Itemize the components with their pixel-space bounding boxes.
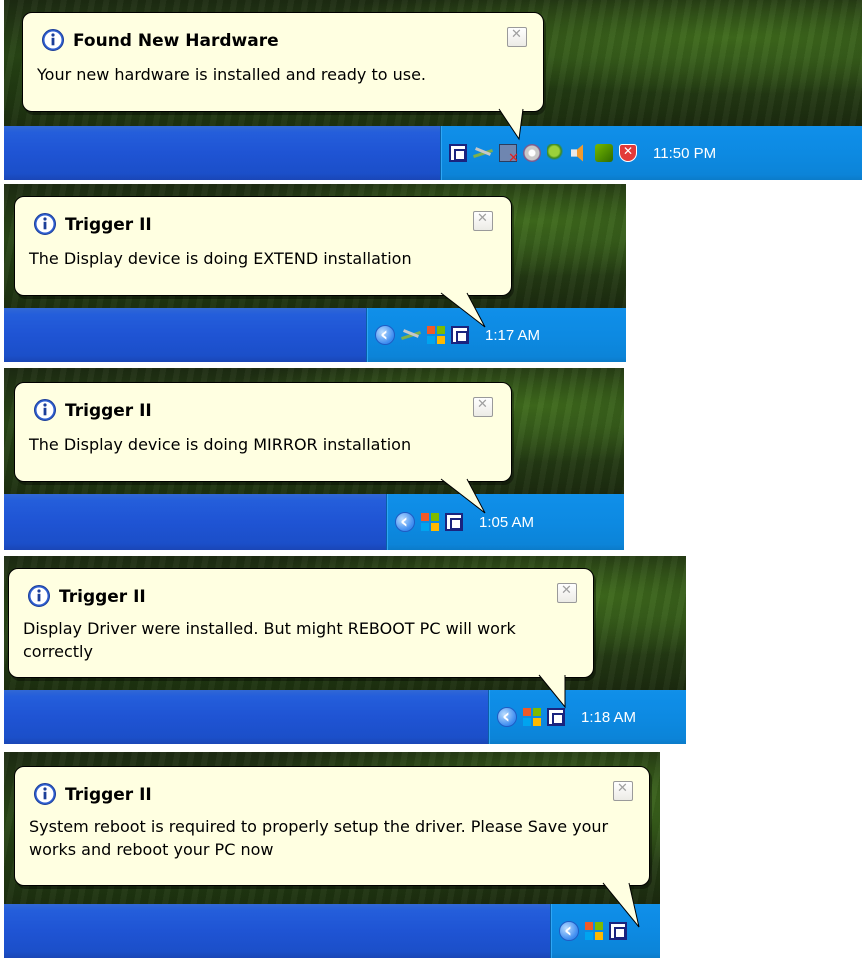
clock[interactable]: 11:50 PM xyxy=(653,145,716,162)
network-icon[interactable] xyxy=(473,144,493,162)
notification-panel-3: 1:05 AM Trigger II The Display device is… xyxy=(4,368,624,550)
notification-balloon[interactable]: Trigger II The Display device is doing E… xyxy=(14,196,512,328)
notification-panel-5: Trigger II System reboot is required to … xyxy=(4,752,660,958)
balloon-title: Trigger II xyxy=(65,215,152,235)
info-icon xyxy=(42,29,64,51)
balloon-pointer xyxy=(602,882,640,928)
balloon-title: Trigger II xyxy=(65,785,152,805)
balloon-pointer xyxy=(440,478,486,514)
info-icon xyxy=(28,585,50,607)
taskbar: 1:05 AM xyxy=(4,494,624,550)
balloon-title: Trigger II xyxy=(59,587,146,607)
info-icon xyxy=(34,399,56,421)
notification-panel-1: 11:50 PM Found New Hardware Your new har… xyxy=(4,0,862,180)
clock[interactable]: 1:17 AM xyxy=(485,327,540,344)
display-device-icon[interactable] xyxy=(449,144,467,162)
system-tray: 1:05 AM xyxy=(386,494,624,550)
balloon-title: Trigger II xyxy=(65,401,152,421)
network-icon[interactable] xyxy=(401,326,421,344)
show-hidden-icons-icon[interactable] xyxy=(395,509,415,533)
balloon-message: The Display device is doing EXTEND insta… xyxy=(29,249,412,268)
leaf-icon[interactable] xyxy=(547,144,565,162)
info-icon xyxy=(34,783,56,805)
notification-panel-4: 1:18 AM Trigger II Display Driver were i… xyxy=(4,556,686,744)
windows-update-icon[interactable] xyxy=(585,922,603,940)
balloon-pointer xyxy=(498,108,524,141)
close-button[interactable] xyxy=(473,397,493,417)
taskbar: 1:18 AM xyxy=(4,690,686,744)
balloon-message: Your new hardware is installed and ready… xyxy=(37,65,427,84)
show-hidden-icons-icon[interactable] xyxy=(375,322,395,346)
taskbar: 11:50 PM xyxy=(4,126,862,180)
balloon-title: Found New Hardware xyxy=(73,31,279,51)
close-button[interactable] xyxy=(473,211,493,231)
balloon-pointer xyxy=(538,674,566,709)
balloon-message: The Display device is doing MIRROR insta… xyxy=(29,435,412,454)
notification-balloon[interactable]: Trigger II System reboot is required to … xyxy=(14,766,650,928)
system-tray: 1:18 AM xyxy=(488,690,686,744)
clock[interactable]: 1:05 AM xyxy=(479,514,534,531)
nvidia-icon[interactable] xyxy=(595,144,613,162)
taskbar: 1:17 AM xyxy=(4,308,626,362)
close-button[interactable] xyxy=(613,781,633,801)
security-shield-icon[interactable] xyxy=(619,144,637,162)
show-hidden-icons-icon[interactable] xyxy=(497,704,517,728)
display-device-icon[interactable] xyxy=(609,922,627,940)
notification-balloon[interactable]: Trigger II The Display device is doing M… xyxy=(14,382,512,514)
show-hidden-icons-icon[interactable] xyxy=(559,918,579,942)
windows-update-icon[interactable] xyxy=(421,513,439,531)
notification-balloon[interactable]: Trigger II Display Driver were installed… xyxy=(8,568,594,709)
close-button[interactable] xyxy=(557,583,577,603)
notification-panel-2: 1:17 AM Trigger II The Display device is… xyxy=(4,184,626,362)
clock[interactable]: 1:18 AM xyxy=(581,709,636,726)
volume-icon[interactable] xyxy=(571,144,584,162)
balloon-pointer xyxy=(440,292,486,328)
system-tray: 1:17 AM xyxy=(366,308,626,362)
info-icon xyxy=(34,213,56,235)
balloon-message: Display Driver were installed. But might… xyxy=(23,619,516,661)
taskbar xyxy=(4,904,660,958)
close-button[interactable] xyxy=(507,27,527,47)
notification-balloon[interactable]: Found New Hardware Your new hardware is … xyxy=(22,12,544,141)
balloon-message: System reboot is required to properly se… xyxy=(29,817,609,859)
